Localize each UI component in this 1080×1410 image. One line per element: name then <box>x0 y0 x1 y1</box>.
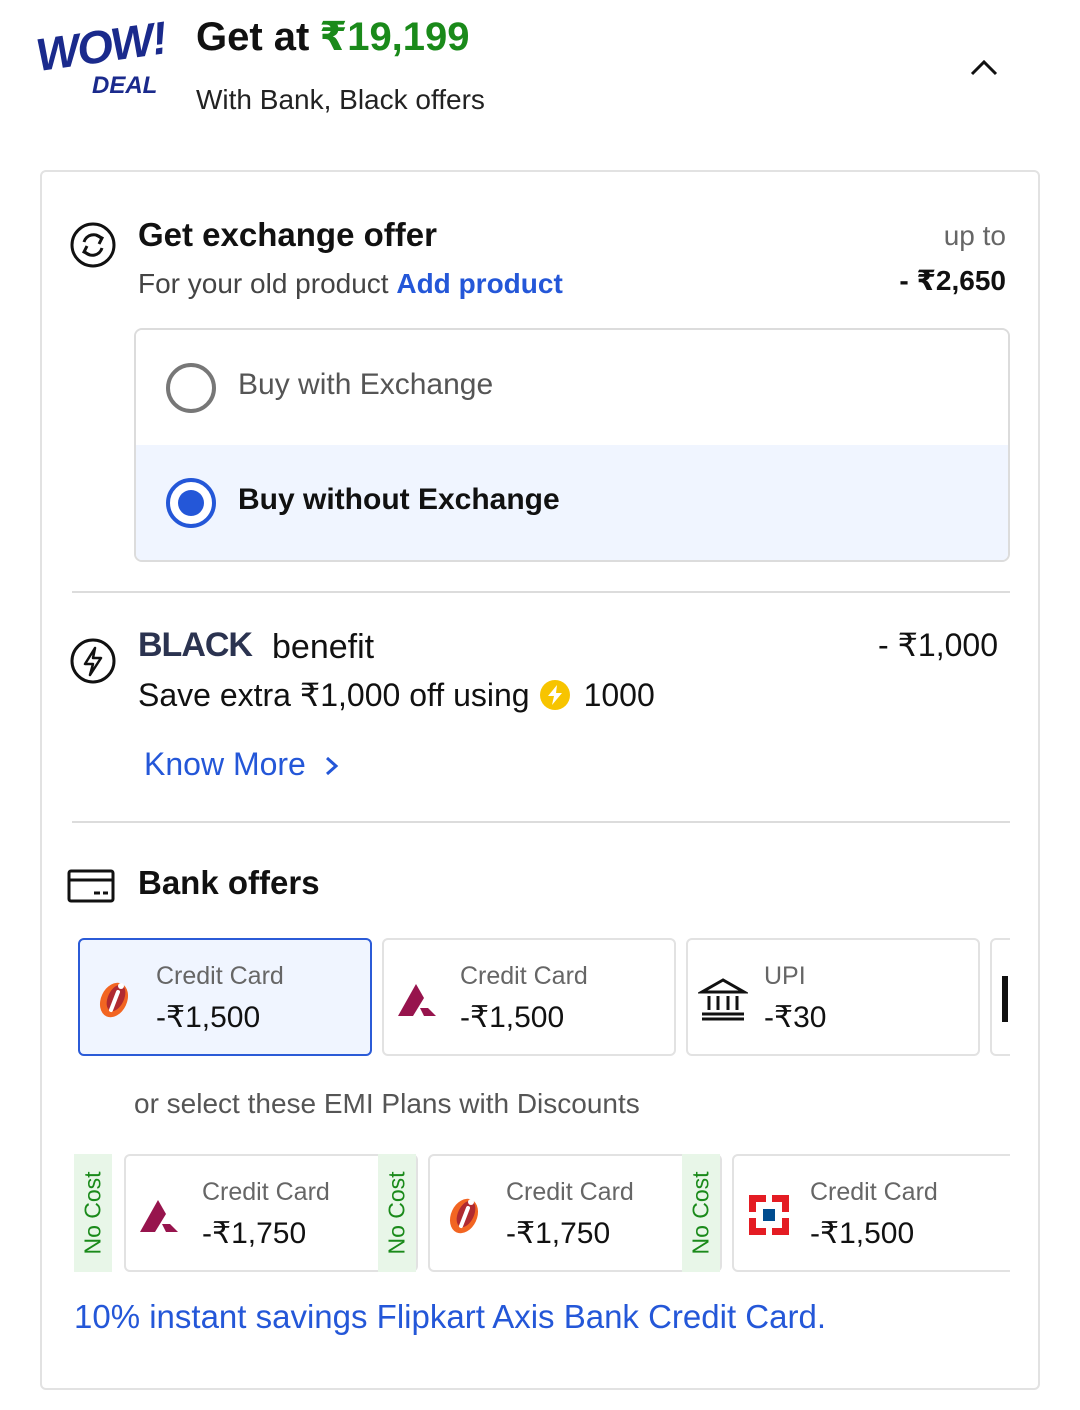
black-benefit-value: - ₹1,000 <box>878 627 998 663</box>
deal-subtitle: With Bank, Black offers <box>196 84 485 115</box>
no-cost-badge: No Cost <box>378 1154 416 1272</box>
deal-price-line: Get at ₹19,199 <box>196 14 470 60</box>
add-product-link[interactable]: Add product <box>396 268 562 299</box>
black-coins-count: 1000 <box>583 676 655 713</box>
emi-plans-row[interactable]: No Cost Credit Card -₹1,750 No Cost Cred… <box>74 1154 1010 1274</box>
emi-label: Credit Card <box>202 1178 330 1206</box>
icici-logo-icon <box>90 974 140 1024</box>
emi-plans-title: or select these EMI Plans with Discounts <box>134 1088 640 1119</box>
section-divider <box>72 821 1010 823</box>
get-at-label: Get at <box>196 15 310 59</box>
card-icon <box>66 866 116 906</box>
exchange-icon <box>68 220 118 270</box>
bank-building-icon <box>696 974 750 1024</box>
no-cost-label: No Cost <box>79 1171 106 1255</box>
axis-logo-icon <box>394 974 444 1024</box>
bank-offer-card[interactable]: Credit Card -₹1,500 <box>382 938 676 1056</box>
exchange-subtitle: For your old product Add product <box>138 268 563 300</box>
emi-label: Credit Card <box>506 1178 634 1206</box>
buy-with-exchange-label: Buy with Exchange <box>238 368 494 401</box>
bank-offers-title: Bank offers <box>138 864 320 901</box>
emi-plan-card[interactable]: Credit Card -₹1,500 <box>732 1154 1010 1272</box>
no-cost-label: No Cost <box>687 1171 714 1255</box>
hdfc-logo-icon <box>744 1190 794 1240</box>
partial-card-logo <box>1002 976 1008 1022</box>
emi-value: -₹1,750 <box>202 1217 307 1250</box>
bank-offers-row[interactable]: Credit Card -₹1,500 Credit Card -₹1,500 <box>78 938 1010 1058</box>
axis-logo-icon <box>136 1190 186 1240</box>
offer-value: -₹1,500 <box>156 1001 261 1034</box>
collapse-chevron-up-icon[interactable] <box>966 56 1002 80</box>
buy-with-exchange-radio[interactable] <box>166 363 216 413</box>
supercoin-icon <box>539 680 570 710</box>
offer-value: -₹1,500 <box>460 1001 565 1034</box>
no-cost-badge: No Cost <box>682 1154 720 1272</box>
offer-label: UPI <box>764 962 806 990</box>
buy-without-exchange-radio[interactable] <box>166 478 216 528</box>
wow-deal-logo-bottom: DEAL <box>92 72 158 99</box>
lightning-icon <box>68 636 118 686</box>
exchange-upto-label: up to <box>943 220 1006 251</box>
wow-deal-logo: WOW! DEAL <box>33 11 169 104</box>
icici-logo-icon <box>440 1190 490 1240</box>
know-more-link[interactable]: Know More <box>144 746 341 783</box>
section-divider <box>72 591 1010 593</box>
emi-value: -₹1,750 <box>506 1217 611 1250</box>
black-save-line: Save extra ₹1,000 off using 1000 <box>138 676 655 714</box>
buy-without-exchange-option[interactable]: Buy without Exchange <box>136 445 1008 560</box>
no-cost-badge: No Cost <box>74 1154 112 1272</box>
emi-label: Credit Card <box>810 1178 938 1206</box>
deal-price: ₹19,199 <box>319 15 470 59</box>
bank-offer-card[interactable]: UPI -₹30 <box>686 938 980 1056</box>
offer-label: Credit Card <box>156 962 284 990</box>
offer-value: -₹30 <box>764 1001 827 1034</box>
bank-offer-card[interactable]: Credit Card -₹1,500 <box>78 938 372 1056</box>
exchange-title: Get exchange offer <box>138 216 437 253</box>
exchange-options: Buy with Exchange Buy without Exchange <box>134 328 1010 562</box>
chevron-right-icon <box>325 756 338 776</box>
exchange-subtitle-text: For your old product <box>138 268 389 299</box>
no-cost-label: No Cost <box>383 1171 410 1255</box>
know-more-label: Know More <box>144 746 306 782</box>
offer-label: Credit Card <box>460 962 588 990</box>
deal-header: WOW! DEAL Get at ₹19,199 With Bank, Black… <box>0 0 1080 150</box>
buy-without-exchange-label: Buy without Exchange <box>238 483 560 516</box>
bank-offer-card-partial[interactable] <box>990 938 1010 1056</box>
emi-plan-card[interactable]: Credit Card -₹1,750 <box>428 1154 722 1272</box>
exchange-upto-value: - ₹2,650 <box>899 265 1006 296</box>
emi-plan-card[interactable]: Credit Card -₹1,750 <box>124 1154 418 1272</box>
black-save-text: Save extra ₹1,000 off using <box>138 677 530 713</box>
offers-card: Get exchange offer For your old product … <box>40 170 1040 1390</box>
buy-with-exchange-option[interactable]: Buy with Exchange <box>136 330 1008 445</box>
black-brand: BLACK <box>138 626 253 664</box>
emi-value: -₹1,500 <box>810 1217 915 1250</box>
axis-bank-offer-link[interactable]: 10% instant savings Flipkart Axis Bank C… <box>74 1298 826 1336</box>
black-benefit-title: benefit <box>272 628 375 666</box>
